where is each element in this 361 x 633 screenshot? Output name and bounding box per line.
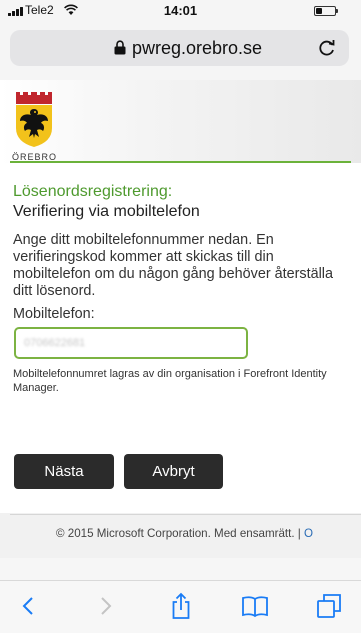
copyright-label: © 2015 Microsoft Corporation. Med ensamr… [56, 527, 301, 540]
section-title: Lösenordsregistrering: [13, 183, 173, 200]
browser-toolbar [0, 580, 361, 633]
forward-icon[interactable] [90, 591, 120, 621]
clock: 14:01 [163, 3, 198, 18]
page-bottom-space [0, 558, 361, 580]
page-heading: Verifiering via mobiltelefon [13, 203, 200, 220]
next-button[interactable]: Nästa [14, 454, 114, 489]
phone-help-text: Mobiltelefonnumret lagras av din organis… [13, 368, 327, 394]
reload-icon[interactable] [317, 38, 337, 58]
status-bar: Tele2 14:01 [0, 0, 361, 22]
share-icon[interactable] [166, 591, 196, 621]
footer-divider [10, 514, 361, 515]
battery-icon [314, 6, 338, 16]
phone-field-label: Mobiltelefon: [13, 306, 95, 322]
tabs-icon[interactable] [314, 591, 344, 621]
cancel-button[interactable]: Avbryt [124, 454, 223, 489]
bookmarks-icon[interactable] [240, 591, 270, 621]
page-footer: © 2015 Microsoft Corporation. Med ensamr… [0, 513, 361, 558]
url-text: pwreg.orebro.se [132, 38, 263, 58]
intro-text: Ange ditt mobiltelefonnummer nedan. En v… [13, 232, 334, 299]
banner-divider [10, 161, 351, 163]
lock-icon [114, 40, 126, 55]
phone-number-input[interactable] [14, 327, 248, 359]
browser-header: pwreg.orebro.se [0, 22, 361, 80]
address-bar[interactable]: pwreg.orebro.se [10, 30, 349, 66]
logo-text: ÖREBRO [12, 152, 58, 160]
back-icon[interactable] [14, 591, 44, 621]
footer-link[interactable]: O [301, 527, 313, 540]
orebro-crest-logo [16, 92, 52, 147]
copyright-text: © 2015 Microsoft Corporation. Med ensamr… [56, 527, 313, 540]
site-banner: ÖREBRO [0, 80, 361, 163]
